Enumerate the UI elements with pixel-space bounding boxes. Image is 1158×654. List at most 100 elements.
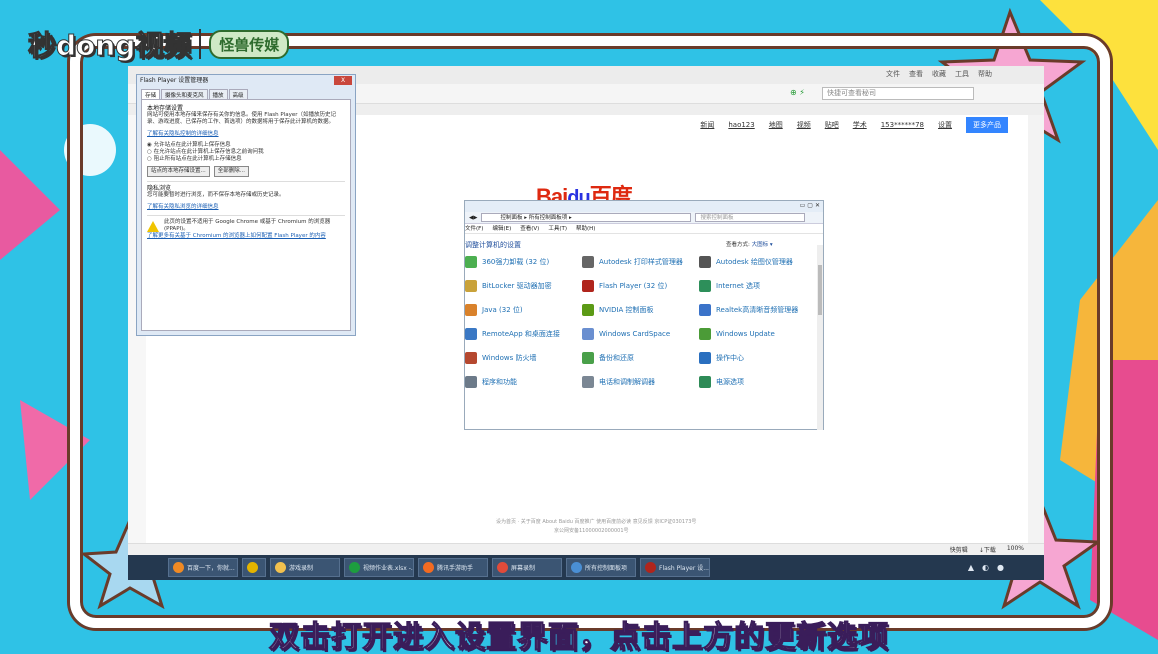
- cp-item[interactable]: Windows 防火墙: [465, 350, 582, 366]
- remote-icon: [465, 328, 477, 340]
- cp-item[interactable]: Autodesk 打印样式管理器: [582, 254, 699, 270]
- cp-item[interactable]: 程序和功能: [465, 374, 582, 390]
- cp-menu-edit[interactable]: 编辑(E): [492, 224, 511, 233]
- close-button[interactable]: X: [334, 76, 352, 85]
- taskbar-item[interactable]: Flash Player 设...: [640, 558, 710, 577]
- desktop-screen: 文件 查看 收藏 工具 帮助 ⊕ ⚡ 快捷可查看秘司 新闻 hao123 地图 …: [128, 66, 1044, 580]
- browser-window: 文件 查看 收藏 工具 帮助 ⊕ ⚡ 快捷可查看秘司 新闻 hao123 地图 …: [128, 66, 1044, 555]
- status-download[interactable]: ↓下载: [979, 545, 996, 554]
- more-products-button[interactable]: 更多产品: [966, 117, 1008, 133]
- footer-links: 设为首页 · 关于百度 About Baidu 百度推广 使用百度前必读 意见反…: [496, 519, 697, 525]
- taskbar-item[interactable]: 屏幕录制: [492, 558, 562, 577]
- private-browsing-desc: 您可能要暂时进行浏览，而不保存本地存储或历史记录。: [147, 192, 285, 198]
- cp-item[interactable]: RemoteApp 和桌面连接: [465, 326, 582, 342]
- cp-item[interactable]: 360强力卸载 (32 位): [465, 254, 582, 270]
- scroll-thumb[interactable]: [818, 265, 822, 315]
- status-quickclip[interactable]: 快剪辑: [950, 545, 968, 554]
- taskbar-item[interactable]: 视频作业表.xlsx -...: [344, 558, 414, 577]
- menu-view[interactable]: 查看: [909, 69, 923, 79]
- privacy-control-link[interactable]: 了解有关隐私控制的详细信息: [147, 131, 345, 138]
- app-icon: [349, 562, 360, 573]
- cp-menu-tools[interactable]: 工具(T): [548, 224, 567, 233]
- option-ask[interactable]: ○ 在允许站点在此计算机上保存信息之前询问我: [147, 149, 345, 156]
- delete-all-button[interactable]: 全部删除...: [213, 166, 249, 177]
- cp-item[interactable]: Flash Player (32 位): [582, 278, 699, 294]
- taskbar-item-label: 视频作业表.xlsx -...: [363, 565, 414, 572]
- app-icon: [645, 562, 656, 573]
- status-zoom[interactable]: 100%: [1007, 545, 1024, 554]
- volume-icon[interactable]: ◐: [982, 563, 989, 572]
- taskbar-item[interactable]: 所有控制面板项: [566, 558, 636, 577]
- bitlocker-icon: [465, 280, 477, 292]
- ime-icon[interactable]: ●: [997, 563, 1004, 572]
- nav-settings[interactable]: 设置: [938, 120, 952, 130]
- cp-item[interactable]: Windows CardSpace: [582, 326, 699, 342]
- cp-navigation: ◀▶ 控制面板 ▸ 所有控制面板项 ▸ 搜索控制面板: [465, 212, 823, 224]
- cp-address[interactable]: 控制面板 ▸ 所有控制面板项 ▸: [481, 213, 692, 222]
- cp-item[interactable]: 备份和还原: [582, 350, 699, 366]
- site-storage-button[interactable]: 站点的本地存储设置...: [147, 166, 210, 177]
- control-panel-window: ▭ ▢ ✕ ◀▶ 控制面板 ▸ 所有控制面板项 ▸ 搜索控制面板 文件(F) 编…: [464, 200, 824, 430]
- option-block[interactable]: ○ 阻止所有站点在此计算机上存储信息: [147, 156, 345, 163]
- cp-item-label: BitLocker 驱动器加密: [482, 282, 552, 290]
- cp-menubar: 文件(F) 编辑(E) 查看(V) 工具(T) 帮助(H): [465, 224, 823, 234]
- cp-item-label: RemoteApp 和桌面连接: [482, 330, 560, 338]
- nav-news[interactable]: 新闻: [700, 120, 714, 130]
- taskbar-item[interactable]: 腾讯手游助手: [418, 558, 488, 577]
- back-icon[interactable]: ◀▶: [469, 215, 477, 221]
- cp-item[interactable]: Java (32 位): [465, 302, 582, 318]
- local-storage-heading: 本地存储设置: [147, 105, 184, 112]
- taskbar-item-label: 所有控制面板项: [585, 565, 628, 572]
- menu-file[interactable]: 文件: [886, 69, 900, 79]
- private-browsing-link[interactable]: 了解有关隐私浏览的详细信息: [147, 204, 345, 211]
- footer-icp: 京公网安备11000002000001号: [554, 528, 629, 534]
- cp-item[interactable]: 操作中心: [699, 350, 816, 366]
- nav-tieba[interactable]: 贴吧: [825, 120, 839, 130]
- app-icon: [247, 562, 258, 573]
- nav-video[interactable]: 视频: [797, 120, 811, 130]
- cardspace-icon: [582, 328, 594, 340]
- system-tray: ▲ ◐ ●: [968, 563, 1004, 572]
- maximize-icon[interactable]: ▢: [807, 202, 813, 209]
- cp-item-label: Autodesk 绘图仪管理器: [716, 258, 793, 266]
- cp-item[interactable]: 电话和调制解调器: [582, 374, 699, 390]
- option-allow[interactable]: ◉ 允许站点在此计算机上保存信息: [147, 142, 345, 149]
- taskbar-item[interactable]: [242, 558, 266, 577]
- chromium-link[interactable]: 了解更多有关基于 Chromium 的浏览器上如何配置 Flash Player…: [147, 233, 345, 240]
- plotter-icon: [699, 256, 711, 268]
- menu-help[interactable]: 帮助: [978, 69, 992, 79]
- close-icon[interactable]: ✕: [815, 202, 820, 209]
- cp-menu-view[interactable]: 查看(V): [520, 224, 539, 233]
- taskbar-item-label: 百度一下，你就...: [187, 565, 235, 572]
- nav-map[interactable]: 地图: [769, 120, 783, 130]
- cp-view-mode[interactable]: 查看方式: 大图标 ▾: [726, 240, 773, 248]
- windows-taskbar: 百度一下，你就... 游戏录制 视频作业表.xlsx -... 腾讯手游助手 屏幕录制 所…: [128, 555, 1044, 580]
- network-icon[interactable]: ▲: [968, 563, 974, 572]
- cp-item[interactable]: BitLocker 驱动器加密: [465, 278, 582, 294]
- nav-user[interactable]: 153******78: [881, 121, 924, 129]
- audio-icon: [699, 304, 711, 316]
- minimize-icon[interactable]: ▭: [800, 202, 806, 209]
- nav-hao123[interactable]: hao123: [728, 121, 754, 129]
- menu-tools[interactable]: 工具: [955, 69, 969, 79]
- cp-item[interactable]: Windows Update: [699, 326, 816, 342]
- menu-favorites[interactable]: 收藏: [932, 69, 946, 79]
- dialog-content: 本地存储设置 网站可使用本地存储来保存有关你的信息。使用 Flash Playe…: [141, 99, 351, 331]
- browser-search-input[interactable]: 快捷可查看秘司: [822, 87, 974, 100]
- cp-item[interactable]: NVIDIA 控制面板: [582, 302, 699, 318]
- cp-item[interactable]: Internet 选项: [699, 278, 816, 294]
- dialog-title: Flash Player 设置管理器: [140, 77, 209, 84]
- cp-menu-help[interactable]: 帮助(H): [576, 224, 595, 233]
- cp-search-input[interactable]: 搜索控制面板: [695, 213, 806, 222]
- cp-item[interactable]: Realtek高清晰音频管理器: [699, 302, 816, 318]
- cp-menu-file[interactable]: 文件(F): [465, 224, 483, 233]
- taskbar-item[interactable]: 游戏录制: [270, 558, 340, 577]
- cp-item[interactable]: 电源选项: [699, 374, 816, 390]
- video-subtitle: 双击打开进入设置界面，点击上方的更新选项: [268, 619, 889, 654]
- cp-scrollbar[interactable]: [817, 245, 823, 430]
- taskbar-item-label: 游戏录制: [289, 565, 314, 572]
- cp-item[interactable]: Autodesk 绘图仪管理器: [699, 254, 816, 270]
- taskbar-item[interactable]: 百度一下，你就...: [168, 558, 238, 577]
- nav-academic[interactable]: 学术: [853, 120, 867, 130]
- status-items: 快剪辑 ↓下载 100%: [950, 545, 1024, 554]
